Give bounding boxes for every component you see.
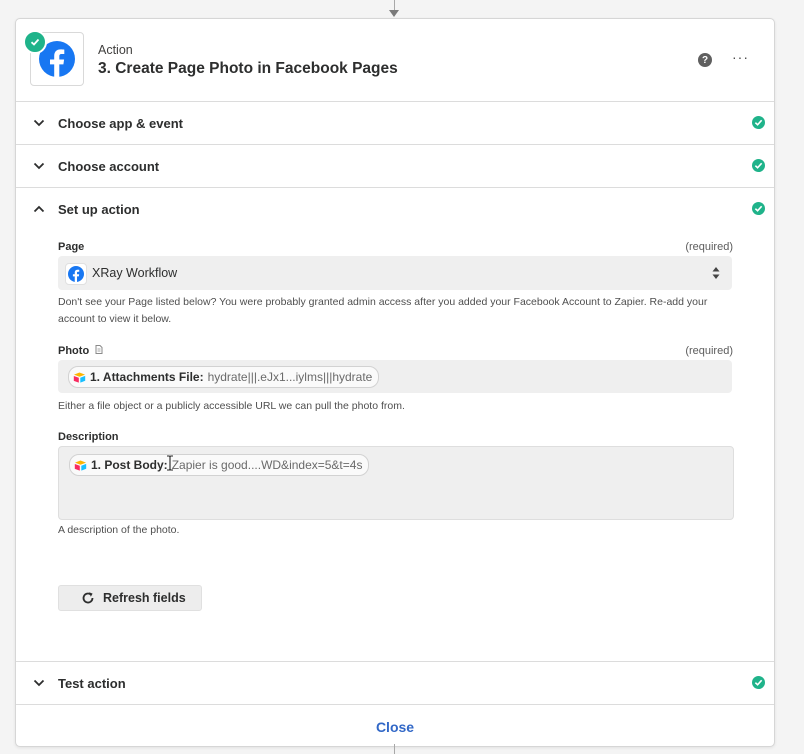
section-test-action: Test action [16, 661, 774, 704]
close-button[interactable]: Close [16, 705, 774, 748]
step-editor-card: Action 3. Create Page Photo in Facebook … [15, 18, 775, 747]
chevron-up-icon [33, 205, 45, 213]
section-choose-app: Choose app & event [16, 101, 774, 144]
airtable-icon [74, 460, 87, 471]
page-help-text: Don't see your Page listed below? You we… [58, 296, 708, 325]
chevron-down-icon [33, 679, 45, 687]
pill-value: hydrate|||.eJx1...iylms|||hydrate [207, 370, 373, 384]
chevron-down-icon [33, 162, 45, 170]
section-choose-account: Choose account [16, 144, 774, 187]
photo-label-text: Photo [58, 345, 90, 357]
photo-input[interactable]: 1. Attachments File: hydrate|||.eJx1...i… [58, 360, 732, 393]
section-title: Test action [58, 676, 126, 691]
check-icon [30, 38, 40, 46]
check-icon [752, 116, 765, 129]
text-cursor-icon [167, 455, 173, 471]
photo-required-tag: (required) [685, 345, 733, 357]
page-field-label: Page [58, 241, 85, 253]
step-complete-badge [23, 30, 47, 54]
more-options-button[interactable]: ··· [732, 49, 749, 65]
check-icon [752, 202, 765, 215]
facebook-icon [65, 263, 87, 285]
step-header: Action 3. Create Page Photo in Facebook … [16, 19, 774, 101]
section-choose-account-header[interactable]: Choose account [16, 145, 774, 187]
section-choose-app-header[interactable]: Choose app & event [16, 102, 774, 144]
section-title: Choose account [58, 159, 160, 174]
photo-help-text: Either a file object or a publicly acces… [58, 400, 405, 412]
airtable-icon [73, 372, 86, 383]
photo-field-label: Photo [58, 345, 103, 357]
help-icon[interactable]: ? [698, 53, 712, 67]
step-title: 3. Create Page Photo in Facebook Pages [98, 60, 398, 77]
file-icon [95, 345, 103, 354]
sort-icon [712, 267, 720, 279]
section-setup-action: Set up action Page (required) XRay Workf… [16, 187, 774, 661]
refresh-fields-label: Refresh fields [103, 591, 186, 605]
page-select-value: XRay Workflow [92, 266, 178, 280]
section-setup-action-header[interactable]: Set up action [16, 188, 774, 230]
step-kind: Action [98, 43, 133, 57]
check-icon [752, 676, 765, 689]
flow-connector-bottom [394, 744, 395, 754]
description-help-text: A description of the photo. [58, 524, 180, 536]
refresh-fields-button[interactable]: Refresh fields [58, 585, 202, 611]
page-select[interactable]: XRay Workflow [58, 256, 732, 290]
flow-arrow-icon [389, 10, 399, 17]
check-icon [752, 159, 765, 172]
section-title: Choose app & event [58, 116, 183, 131]
section-title: Set up action [58, 202, 140, 217]
refresh-icon [82, 592, 94, 604]
description-field-label: Description [58, 431, 119, 443]
mapped-field-pill[interactable]: 1. Post Body: Zapier is good....WD&index… [69, 454, 370, 476]
chevron-down-icon [33, 119, 45, 127]
pill-value: Zapier is good....WD&index=5&t=4s [171, 458, 363, 472]
pill-key: 1. Attachments File: [90, 370, 204, 384]
pill-key: 1. Post Body: [91, 458, 168, 472]
page-required-tag: (required) [685, 241, 733, 253]
section-test-action-header[interactable]: Test action [16, 662, 774, 704]
footer: Close [16, 704, 774, 747]
description-input[interactable]: 1. Post Body: Zapier is good....WD&index… [58, 446, 734, 520]
mapped-field-pill[interactable]: 1. Attachments File: hydrate|||.eJx1...i… [68, 366, 380, 388]
